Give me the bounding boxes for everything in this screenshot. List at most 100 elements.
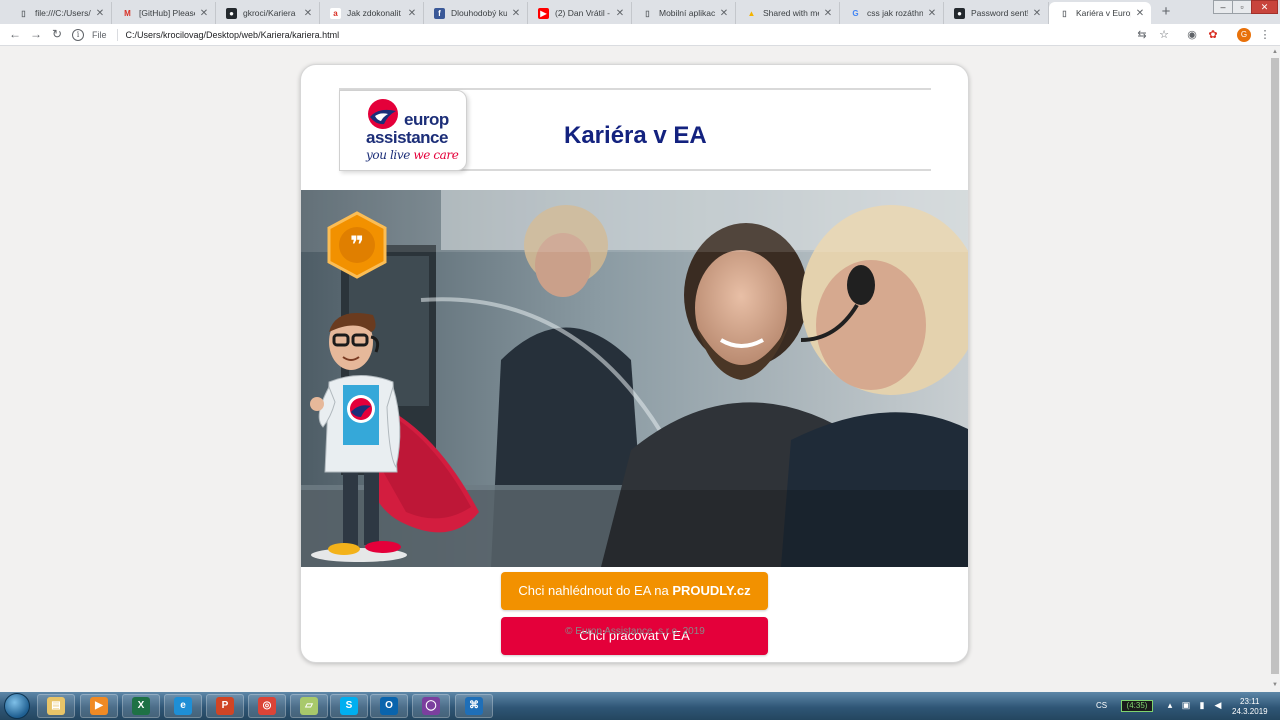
scroll-up-icon[interactable]: ▲: [1271, 49, 1279, 55]
minimize-button[interactable]: –: [1213, 0, 1233, 14]
skype-icon: S: [340, 697, 358, 715]
github-icon: ●: [226, 7, 237, 19]
drive-icon: ▲: [747, 8, 756, 18]
career-card: europ assistance you live we care Kariér…: [300, 64, 969, 663]
address-divider: [116, 29, 118, 41]
close-tab-icon[interactable]: ✕: [199, 8, 209, 19]
page-footer: © Europ Assistance, s.r.o. 2019: [565, 626, 705, 637]
proudly-cz-button[interactable]: Chci nahlédnout do EA na PROUDLY.cz: [501, 572, 768, 610]
tab-title: file:///C:/Users/kr: [35, 8, 91, 18]
logo-tagline: you live we care: [366, 148, 459, 162]
folder-icon: ▱: [300, 697, 318, 715]
taskbar-app-button[interactable]: ◎: [248, 694, 286, 718]
back-icon[interactable]: ←: [8, 27, 22, 41]
browser-tab[interactable]: f Dlouhodobý kurs ✕: [424, 2, 528, 24]
extension-icon[interactable]: ✿: [1206, 28, 1220, 41]
clock-time[interactable]: 23:11: [1240, 697, 1259, 706]
start-button[interactable]: [4, 693, 30, 719]
tab-title: css jak rozáthnou: [867, 8, 923, 18]
tab-title: Mobilní aplikace: [659, 8, 715, 18]
close-tab-icon[interactable]: ✕: [1135, 8, 1145, 19]
battery-indicator[interactable]: (4:35): [1121, 700, 1153, 712]
browser-tab[interactable]: ▲ Shared with me - ✕: [736, 2, 840, 24]
tab-strip: ▯ file:///C:/Users/kr ✕ M [GitHub] Please ve…: [0, 0, 1280, 24]
tab-title: [GitHub] Please ve: [139, 8, 195, 18]
close-window-button[interactable]: ✕: [1251, 0, 1278, 14]
close-tab-icon[interactable]: ✕: [615, 8, 625, 19]
taskbar-app-button[interactable]: S: [330, 694, 368, 718]
close-tab-icon[interactable]: ✕: [95, 8, 105, 19]
taskbar-app-button[interactable]: e: [164, 694, 202, 718]
ie-icon: e: [174, 697, 192, 715]
proudly-button-tld: .cz: [733, 583, 751, 598]
browser-tab[interactable]: ▯ Mobilní aplikace ✕: [632, 2, 736, 24]
taskbar-app-button[interactable]: ⌘: [455, 694, 493, 718]
logo-word-europ: europ: [404, 110, 449, 129]
excel-icon: X: [132, 697, 150, 715]
logo-word-assistance: assistance: [366, 128, 448, 147]
url-text[interactable]: C:/Users/krocilovag/Desktop/web/Kariera/…: [126, 30, 340, 40]
close-tab-icon[interactable]: ✕: [823, 8, 833, 19]
scroll-down-icon[interactable]: ▼: [1271, 682, 1279, 688]
browser-tab[interactable]: a Jak zdokonalit on ✕: [320, 2, 424, 24]
tab-title: Shared with me -: [763, 8, 819, 18]
taskbar-app-button[interactable]: ◯: [412, 694, 450, 718]
browser-tab[interactable]: ● Password sent! - ✕: [944, 2, 1049, 24]
close-tab-icon[interactable]: ✕: [303, 8, 313, 19]
menu-kebab-icon[interactable]: ⋮: [1258, 28, 1272, 41]
taskbar-app-button[interactable]: ▤: [37, 694, 75, 718]
forward-icon[interactable]: →: [29, 27, 43, 41]
close-tab-icon[interactable]: ✕: [407, 8, 417, 19]
google-icon: G: [852, 8, 859, 18]
scrollbar-thumb[interactable]: [1271, 58, 1279, 674]
browser-tab[interactable]: ▯ file:///C:/Users/kr ✕: [8, 2, 112, 24]
europ-assistance-logo[interactable]: europ assistance you live we care: [339, 90, 467, 171]
github-icon: ●: [954, 7, 965, 19]
browser-tab[interactable]: M [GitHub] Please ve ✕: [112, 2, 216, 24]
volume-icon[interactable]: ◀: [1213, 700, 1223, 711]
logo-emblem-icon: [368, 99, 398, 129]
translate-icon[interactable]: ⇆: [1135, 28, 1149, 41]
bookmark-star-icon[interactable]: ☆: [1157, 28, 1171, 41]
address-bar[interactable]: i File C:/Users/krocilovag/Desktop/web/K…: [72, 26, 1124, 44]
taskbar-app-button[interactable]: O: [370, 694, 408, 718]
language-indicator[interactable]: CS: [1096, 701, 1107, 710]
url-scheme: File: [92, 30, 107, 40]
reload-icon[interactable]: ↻: [50, 27, 64, 41]
address-toolbar: ← → ↻ i File C:/Users/krocilovag/Desktop…: [0, 24, 1280, 46]
pdf-icon: a: [330, 7, 341, 19]
close-tab-icon[interactable]: ✕: [927, 8, 937, 19]
profile-avatar[interactable]: G: [1237, 28, 1251, 42]
close-tab-icon[interactable]: ✕: [511, 8, 521, 19]
taskbar-app-button[interactable]: ▱: [290, 694, 328, 718]
hero-photo: ❞: [301, 190, 968, 567]
proudly-button-prefix: Chci nahlédnout do EA na: [518, 583, 673, 598]
network-icon[interactable]: ▣: [1181, 700, 1191, 711]
taskbar-app-button[interactable]: X: [122, 694, 160, 718]
youtube-icon: ▶: [538, 7, 549, 19]
tab-title: Dlouhodobý kurs: [451, 8, 507, 18]
page-title: Kariéra v EA: [564, 122, 707, 149]
power-icon[interactable]: ▮: [1197, 700, 1207, 711]
powerpoint-icon: P: [216, 697, 234, 715]
media-player-icon: ▶: [90, 697, 108, 715]
close-tab-icon[interactable]: ✕: [1032, 8, 1042, 19]
quote-badge-icon[interactable]: ❞: [322, 211, 392, 281]
new-tab-button[interactable]: +: [1158, 3, 1174, 20]
taskbar-app-button[interactable]: ▶: [80, 694, 118, 718]
taskbar-app-button[interactable]: P: [206, 694, 244, 718]
browser-tab[interactable]: ▶ (2) Dan Vrátil - Yo ✕: [528, 2, 632, 24]
close-tab-icon[interactable]: ✕: [719, 8, 729, 19]
browser-tab[interactable]: ● gkroci/Kariera ✕: [216, 2, 320, 24]
tray-expand-icon[interactable]: ▴: [1165, 700, 1175, 711]
windows-taskbar: ▤ ▶ Xe P ◎ ▱ S O ◯ ⌘ CS (4:35) ▴ ▣ ▮ ◀ 23:11 24.3…: [0, 692, 1280, 720]
outlook-icon: O: [380, 697, 398, 715]
site-info-icon[interactable]: i: [72, 29, 84, 41]
browser-tab[interactable]: ▯ Kariéra v Europ A ✕: [1049, 2, 1151, 24]
clock-date[interactable]: 24.3.2019: [1232, 707, 1268, 716]
browser-tab[interactable]: Gcss jak rozáthnou ✕: [840, 2, 944, 24]
camera-icon[interactable]: ◉: [1185, 28, 1199, 41]
gmail-icon: M: [124, 8, 131, 18]
tab-title: Jak zdokonalit on: [347, 8, 403, 18]
maximize-button[interactable]: ▫: [1232, 0, 1252, 14]
